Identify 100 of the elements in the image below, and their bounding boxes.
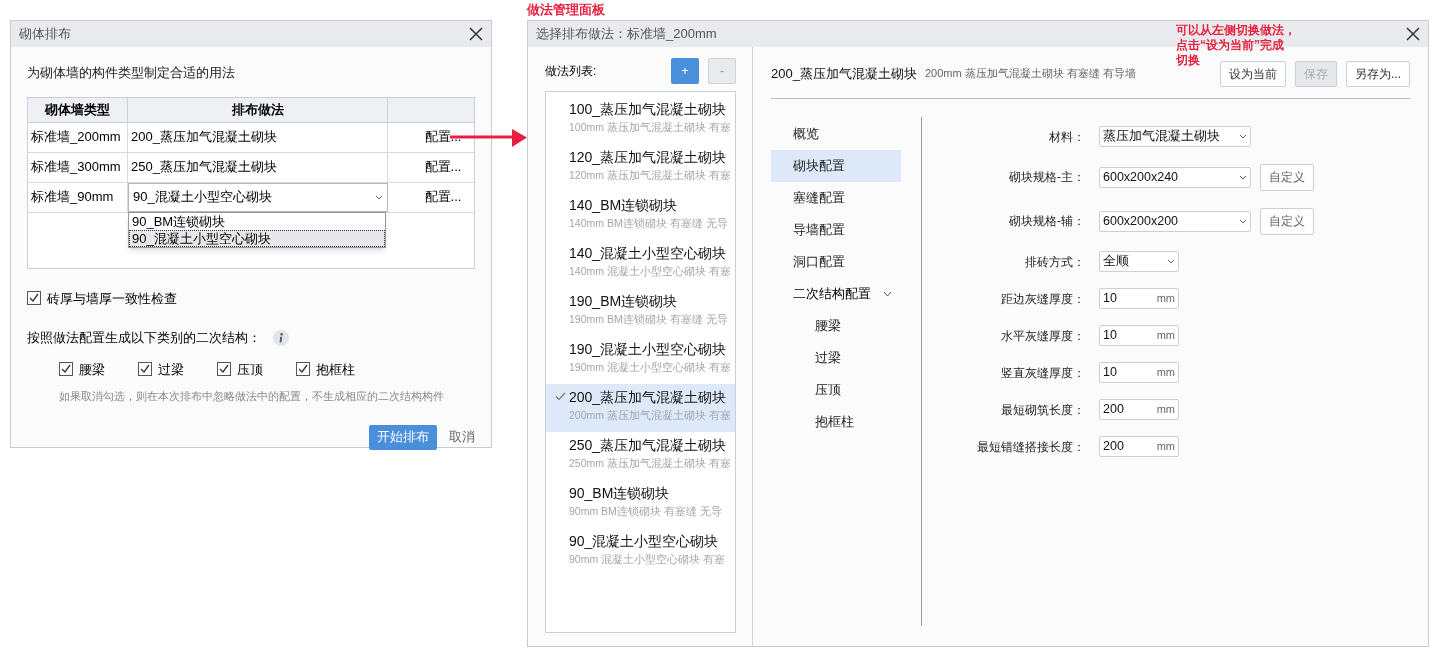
nav-item[interactable]: 洞口配置 bbox=[771, 246, 901, 278]
field-label: 最短砌筑长度： bbox=[1000, 401, 1085, 419]
field-label: 材料： bbox=[1048, 128, 1085, 146]
nav-item[interactable]: 腰梁 bbox=[771, 310, 901, 342]
method-dropdown[interactable]: 90_混凝土小型空心砌块 bbox=[128, 182, 388, 212]
method-list-item[interactable]: 190_混凝土小型空心砌块 190mm 混凝土小型空心砌块 有塞 bbox=[546, 336, 735, 384]
dropdown[interactable]: 600x200x240 bbox=[1099, 166, 1251, 188]
dropdown[interactable]: 600x200x200 bbox=[1099, 210, 1251, 232]
number-field[interactable]: 10 mm bbox=[1099, 362, 1179, 383]
method-list-item[interactable]: 90_混凝土小型空心砌块 90mm 混凝土小型空心砌块 有塞 bbox=[546, 528, 735, 576]
column-header: 砌体墙类型 bbox=[28, 97, 128, 122]
method-name: 90_BM连锁砌块 bbox=[569, 484, 671, 503]
field-label: 砌块规格-辅： bbox=[1008, 213, 1085, 230]
configure-link[interactable]: 配置... bbox=[424, 127, 462, 147]
method-name: 200_蒸压加气混凝土砌块 bbox=[569, 388, 728, 407]
method-description: 100mm 蒸压加气混凝土砌块 有塞 bbox=[569, 120, 731, 135]
caret-icon bbox=[375, 194, 383, 200]
method-description: 90mm BM连锁砌块 有塞缝 无导 bbox=[569, 504, 722, 519]
field-label: 距边灰缝厚度： bbox=[1000, 290, 1085, 308]
table-cell: 250_蒸压加气混凝土砌块 bbox=[128, 152, 388, 182]
number-field[interactable]: 200 mm bbox=[1099, 436, 1179, 457]
chevron-icon bbox=[883, 291, 892, 297]
method-description: 90mm 混凝土小型空心砌块 有塞 bbox=[569, 552, 725, 567]
caret-icon bbox=[1167, 259, 1175, 264]
method-name: 250_蒸压加气混凝土砌块 bbox=[569, 436, 728, 455]
method-summary: 200mm 蒸压加气混凝土砌块 有塞缝 有导墙 bbox=[924, 66, 1137, 82]
number-field[interactable]: 200 mm bbox=[1099, 399, 1179, 420]
number-field[interactable]: 10 mm bbox=[1099, 288, 1179, 309]
caret-icon bbox=[1239, 218, 1247, 224]
checkbox-label: 腰梁 bbox=[79, 360, 105, 379]
toolbar-button[interactable]: 另存为... bbox=[1346, 60, 1410, 87]
method-name: 90_混凝土小型空心砌块 bbox=[569, 532, 720, 551]
table-cell: 标准墙_200mm bbox=[28, 122, 128, 152]
method-description: 200mm 蒸压加气混凝土砌块 有塞 bbox=[569, 408, 731, 423]
nav-item[interactable]: 二次结构配置 bbox=[771, 278, 901, 310]
description-text: 为砌体墙的构件类型制定合适的用法 bbox=[27, 64, 236, 82]
method-list-item[interactable]: 190_BM连锁砌块 190mm BM连锁砌块 有塞缝 无导 bbox=[546, 288, 735, 336]
method-description: 190mm 混凝土小型空心砌块 有塞 bbox=[569, 360, 731, 375]
method-list-item[interactable]: 120_蒸压加气混凝土砌块 120mm 蒸压加气混凝土砌块 有塞 bbox=[546, 144, 735, 192]
nav-item[interactable]: 概览 bbox=[771, 118, 901, 150]
table-cell: 200_蒸压加气混凝土砌块 bbox=[128, 122, 388, 152]
method-name: 140_混凝土小型空心砌块 bbox=[569, 244, 728, 263]
method-name: 190_混凝土小型空心砌块 bbox=[569, 340, 728, 359]
method-description: 140mm 混凝土小型空心砌块 有塞 bbox=[569, 264, 731, 279]
toolbar-button[interactable]: 设为当前 bbox=[1220, 60, 1286, 87]
nav-item[interactable]: 砌块配置 bbox=[771, 150, 901, 182]
custom-button[interactable]: 自定义 bbox=[1260, 163, 1314, 191]
checkbox-label: 抱框柱 bbox=[316, 360, 355, 379]
check-icon bbox=[555, 392, 566, 401]
column-header: 排布做法 bbox=[128, 97, 388, 122]
checkbox[interactable] bbox=[296, 362, 310, 377]
method-list-item[interactable]: 140_BM连锁砌块 140mm BM连锁砌块 有塞缝 无导 bbox=[546, 192, 735, 240]
configure-link[interactable]: 配置... bbox=[424, 157, 462, 177]
nav-item[interactable]: 抱框柱 bbox=[771, 406, 901, 438]
configure-link[interactable]: 配置... bbox=[424, 187, 462, 207]
window-title: 选择排布做法：标准墙_200mm bbox=[536, 25, 717, 44]
field-label: 竖直灰缝厚度： bbox=[1000, 364, 1085, 382]
method-title: 200_蒸压加气混凝土砌块 bbox=[771, 64, 917, 83]
method-description: 190mm BM连锁砌块 有塞缝 无导 bbox=[569, 312, 728, 327]
custom-button[interactable]: 自定义 bbox=[1260, 207, 1314, 235]
caret-icon bbox=[1239, 134, 1247, 139]
method-list-item[interactable]: 250_蒸压加气混凝土砌块 250mm 蒸压加气混凝土砌块 有塞 bbox=[546, 432, 735, 480]
section-label: 按照做法配置生成以下类别的二次结构： bbox=[27, 329, 261, 347]
field-label: 水平灰缝厚度： bbox=[1000, 327, 1085, 345]
checkbox-label: 压顶 bbox=[237, 360, 263, 379]
method-name: 120_蒸压加气混凝土砌块 bbox=[569, 148, 728, 167]
dropdown-option[interactable]: 90_混凝土小型空心砌块 bbox=[129, 229, 385, 247]
window-title: 砌体排布 bbox=[19, 25, 71, 44]
checkbox-label: 过梁 bbox=[158, 360, 184, 379]
checkbox[interactable] bbox=[138, 362, 152, 377]
nav-item[interactable]: 过梁 bbox=[771, 342, 901, 374]
dropdown[interactable]: 蒸压加气混凝土砌块 bbox=[1099, 126, 1251, 147]
dropdown-option[interactable]: 90_BM连锁砌块 bbox=[129, 212, 385, 230]
field-label: 砌块规格-主： bbox=[1008, 169, 1085, 186]
method-list-item[interactable]: 200_蒸压加气混凝土砌块 200mm 蒸压加气混凝土砌块 有塞 bbox=[546, 384, 735, 432]
list-label: 做法列表: bbox=[545, 63, 598, 80]
close-icon[interactable] bbox=[1406, 27, 1420, 41]
method-name: 100_蒸压加气混凝土砌块 bbox=[569, 100, 728, 119]
checkbox-label: 砖厚与墙厚一致性检查 bbox=[47, 289, 177, 308]
field-label: 排砖方式： bbox=[1024, 253, 1085, 271]
info-icon[interactable] bbox=[273, 329, 289, 346]
caret-icon bbox=[1239, 174, 1247, 180]
checkbox[interactable] bbox=[59, 362, 73, 377]
hint-text: 如果取消勾选，则在本次排布中忽略做法中的配置，不生成相应的二次结构构件 bbox=[58, 389, 445, 404]
annotation-caption: 做法管理面板 bbox=[527, 1, 606, 19]
method-list-item[interactable]: 100_蒸压加气混凝土砌块 100mm 蒸压加气混凝土砌块 有塞 bbox=[546, 96, 735, 144]
number-field[interactable]: 10 mm bbox=[1099, 325, 1179, 346]
checkbox[interactable] bbox=[217, 362, 231, 377]
method-name: 140_BM连锁砌块 bbox=[569, 196, 679, 215]
close-icon[interactable] bbox=[469, 27, 483, 41]
method-list-item[interactable]: 90_BM连锁砌块 90mm BM连锁砌块 有塞缝 无导 bbox=[546, 480, 735, 528]
method-description: 120mm 蒸压加气混凝土砌块 有塞 bbox=[569, 168, 731, 183]
checkbox[interactable] bbox=[27, 291, 41, 306]
nav-item[interactable]: 塞缝配置 bbox=[771, 182, 901, 214]
nav-item[interactable]: 压顶 bbox=[771, 374, 901, 406]
method-list-item[interactable]: 140_混凝土小型空心砌块 140mm 混凝土小型空心砌块 有塞 bbox=[546, 240, 735, 288]
dropdown[interactable]: 全顺 bbox=[1099, 251, 1179, 272]
method-description: 250mm 蒸压加气混凝土砌块 有塞 bbox=[569, 456, 731, 471]
nav-item[interactable]: 导墙配置 bbox=[771, 214, 901, 246]
cancel-button[interactable]: 取消 bbox=[449, 424, 475, 450]
